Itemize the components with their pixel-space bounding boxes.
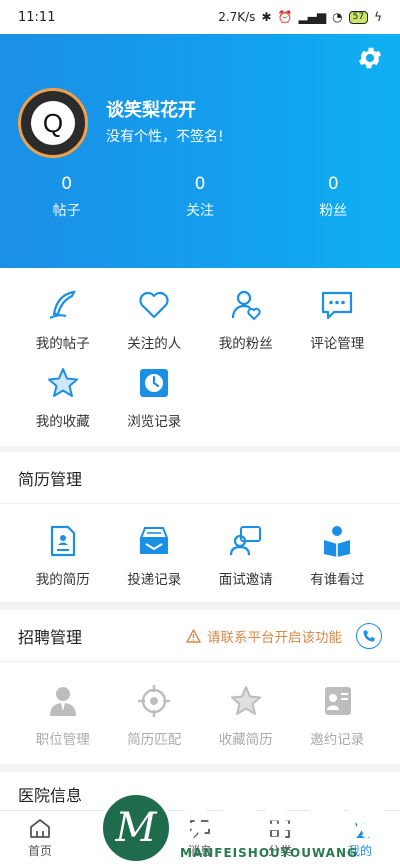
tab-category[interactable]: 分类 — [240, 811, 320, 866]
menu-history[interactable]: 浏览记录 — [109, 366, 201, 444]
stat-label: 关注 — [185, 203, 214, 219]
resume-viewers[interactable]: 有谁看过 — [292, 524, 384, 588]
card-icon — [325, 687, 352, 715]
menu-comments[interactable]: 评论管理 — [292, 288, 384, 366]
resume-label: 有谁看过 — [310, 572, 365, 588]
menu-label: 关注的人 — [127, 336, 182, 352]
status-time: 11:11 — [18, 9, 56, 25]
recruit-title: 招聘管理 — [18, 627, 83, 647]
stat-label: 粉丝 — [319, 203, 348, 219]
profile-stats: 0 帖子 0 关注 0 粉丝 — [0, 174, 400, 220]
notice-text: 请联系平台开启该功能 — [207, 629, 342, 646]
reader-icon — [324, 526, 351, 557]
resume-card: 简历管理 我的简历 投递记录 面试邀请 有谁看过 — [0, 452, 400, 602]
resume-label: 我的简历 — [35, 572, 90, 588]
status-bar: 11:11 2.7K/s ✱ ⏰ ▂▄▆ ◔ 57 ϟ — [0, 0, 400, 34]
resume-title: 简历管理 — [18, 469, 83, 489]
target-icon — [138, 685, 171, 717]
menu-label: 我的收藏 — [35, 414, 90, 430]
recruit-match[interactable]: 简历匹配 — [109, 684, 201, 748]
warning-icon — [186, 628, 201, 643]
menu-label: 我的粉丝 — [218, 336, 273, 352]
stat-posts[interactable]: 0 帖子 — [0, 174, 133, 220]
tab-label: 首页 — [27, 844, 52, 858]
resume-label: 面试邀请 — [218, 572, 273, 588]
recruit-invitations[interactable]: 邀约记录 — [292, 684, 384, 748]
menu-card: 我的帖子 关注的人 我的粉丝 评论管理 我的收藏 浏览记录 — [0, 268, 400, 446]
tab-label: 消息 — [187, 844, 212, 858]
bluetooth-icon: ✱ — [261, 10, 272, 24]
resume-my-resume[interactable]: 我的简历 — [17, 524, 109, 588]
menu-label: 评论管理 — [310, 336, 365, 352]
home-icon — [30, 819, 50, 838]
recruit-card: 招聘管理 请联系平台开启该功能 职位管理 简历匹配 收藏简历 邀约记录 — [0, 610, 400, 764]
star-icon — [230, 686, 261, 715]
recruit-notice: 请联系平台开启该功能 — [186, 626, 342, 646]
resume-delivery[interactable]: 投递记录 — [109, 524, 201, 588]
recruit-positions[interactable]: 职位管理 — [17, 684, 109, 748]
menu-my-posts[interactable]: 我的帖子 — [17, 288, 109, 366]
tab-home[interactable]: 首页 — [0, 811, 80, 866]
menu-my-fans[interactable]: 我的粉丝 — [200, 288, 292, 366]
username: 谈笑梨花开 — [106, 100, 196, 121]
avatar[interactable]: Q — [18, 88, 88, 158]
battery-icon: 57 — [348, 10, 369, 24]
bottom-tabbar: 首页 图 消息 分类 我的 — [0, 810, 400, 866]
resume-interview[interactable]: 面试邀请 — [200, 524, 292, 588]
heart-icon — [139, 291, 169, 319]
star-icon — [47, 368, 78, 397]
resume-label: 投递记录 — [127, 572, 182, 588]
avatar-letter: Q — [31, 101, 75, 145]
document-icon — [50, 525, 75, 557]
user-heart-icon — [231, 290, 261, 321]
settings-gear-icon[interactable] — [356, 44, 384, 72]
recruit-header: 招聘管理 请联系平台开启该功能 — [0, 610, 400, 662]
stat-value: 0 — [327, 174, 339, 194]
signal-icon: ▂▄▆ — [298, 10, 327, 24]
clock-icon — [140, 369, 169, 397]
inbox-icon — [139, 527, 169, 554]
profile-header: Q 谈笑梨花开 没有个性，不签名! 0 帖子 0 关注 0 粉丝 — [0, 34, 400, 268]
hospital-card: 医院信息 — [0, 772, 400, 812]
image-icon — [110, 819, 130, 837]
tab-image[interactable]: 图 — [80, 811, 160, 866]
tab-mine[interactable]: 我的 — [320, 811, 400, 866]
charging-icon: ϟ — [374, 10, 382, 24]
wifi-icon: ◔ — [332, 10, 343, 24]
message-icon — [190, 820, 210, 838]
menu-favorites[interactable]: 我的收藏 — [17, 366, 109, 444]
comment-icon — [322, 291, 353, 320]
menu-label: 我的帖子 — [35, 336, 90, 352]
stat-value: 0 — [61, 174, 73, 194]
alarm-icon: ⏰ — [277, 10, 293, 24]
tab-label: 我的 — [347, 844, 372, 858]
menu-following[interactable]: 关注的人 — [109, 288, 201, 366]
recruit-label: 简历匹配 — [127, 732, 182, 748]
menu-label: 浏览记录 — [127, 414, 182, 430]
tab-label: 分类 — [267, 844, 292, 858]
interview-icon — [229, 526, 261, 556]
resume-header: 简历管理 — [0, 452, 400, 504]
person-suit-icon — [49, 687, 76, 716]
recruit-label: 收藏简历 — [218, 732, 273, 748]
recruit-label: 职位管理 — [35, 732, 90, 748]
category-icon — [270, 819, 290, 838]
phone-icon — [363, 630, 375, 641]
stat-label: 帖子 — [52, 203, 81, 219]
stat-fans[interactable]: 0 粉丝 — [267, 174, 400, 220]
recruit-saved[interactable]: 收藏简历 — [200, 684, 292, 748]
tab-messages[interactable]: 消息 — [160, 811, 240, 866]
recruit-label: 邀约记录 — [310, 732, 365, 748]
net-speed: 2.7K/s — [218, 10, 256, 24]
stat-following[interactable]: 0 关注 — [133, 174, 266, 220]
stat-value: 0 — [194, 174, 206, 194]
feather-icon — [49, 290, 76, 319]
user-icon — [351, 819, 369, 838]
signature: 没有个性，不签名! — [106, 129, 224, 145]
tab-label: 图 — [113, 844, 126, 858]
status-icons: 2.7K/s ✱ ⏰ ▂▄▆ ◔ 57 ϟ — [218, 10, 382, 24]
contact-phone-button[interactable] — [356, 622, 382, 649]
